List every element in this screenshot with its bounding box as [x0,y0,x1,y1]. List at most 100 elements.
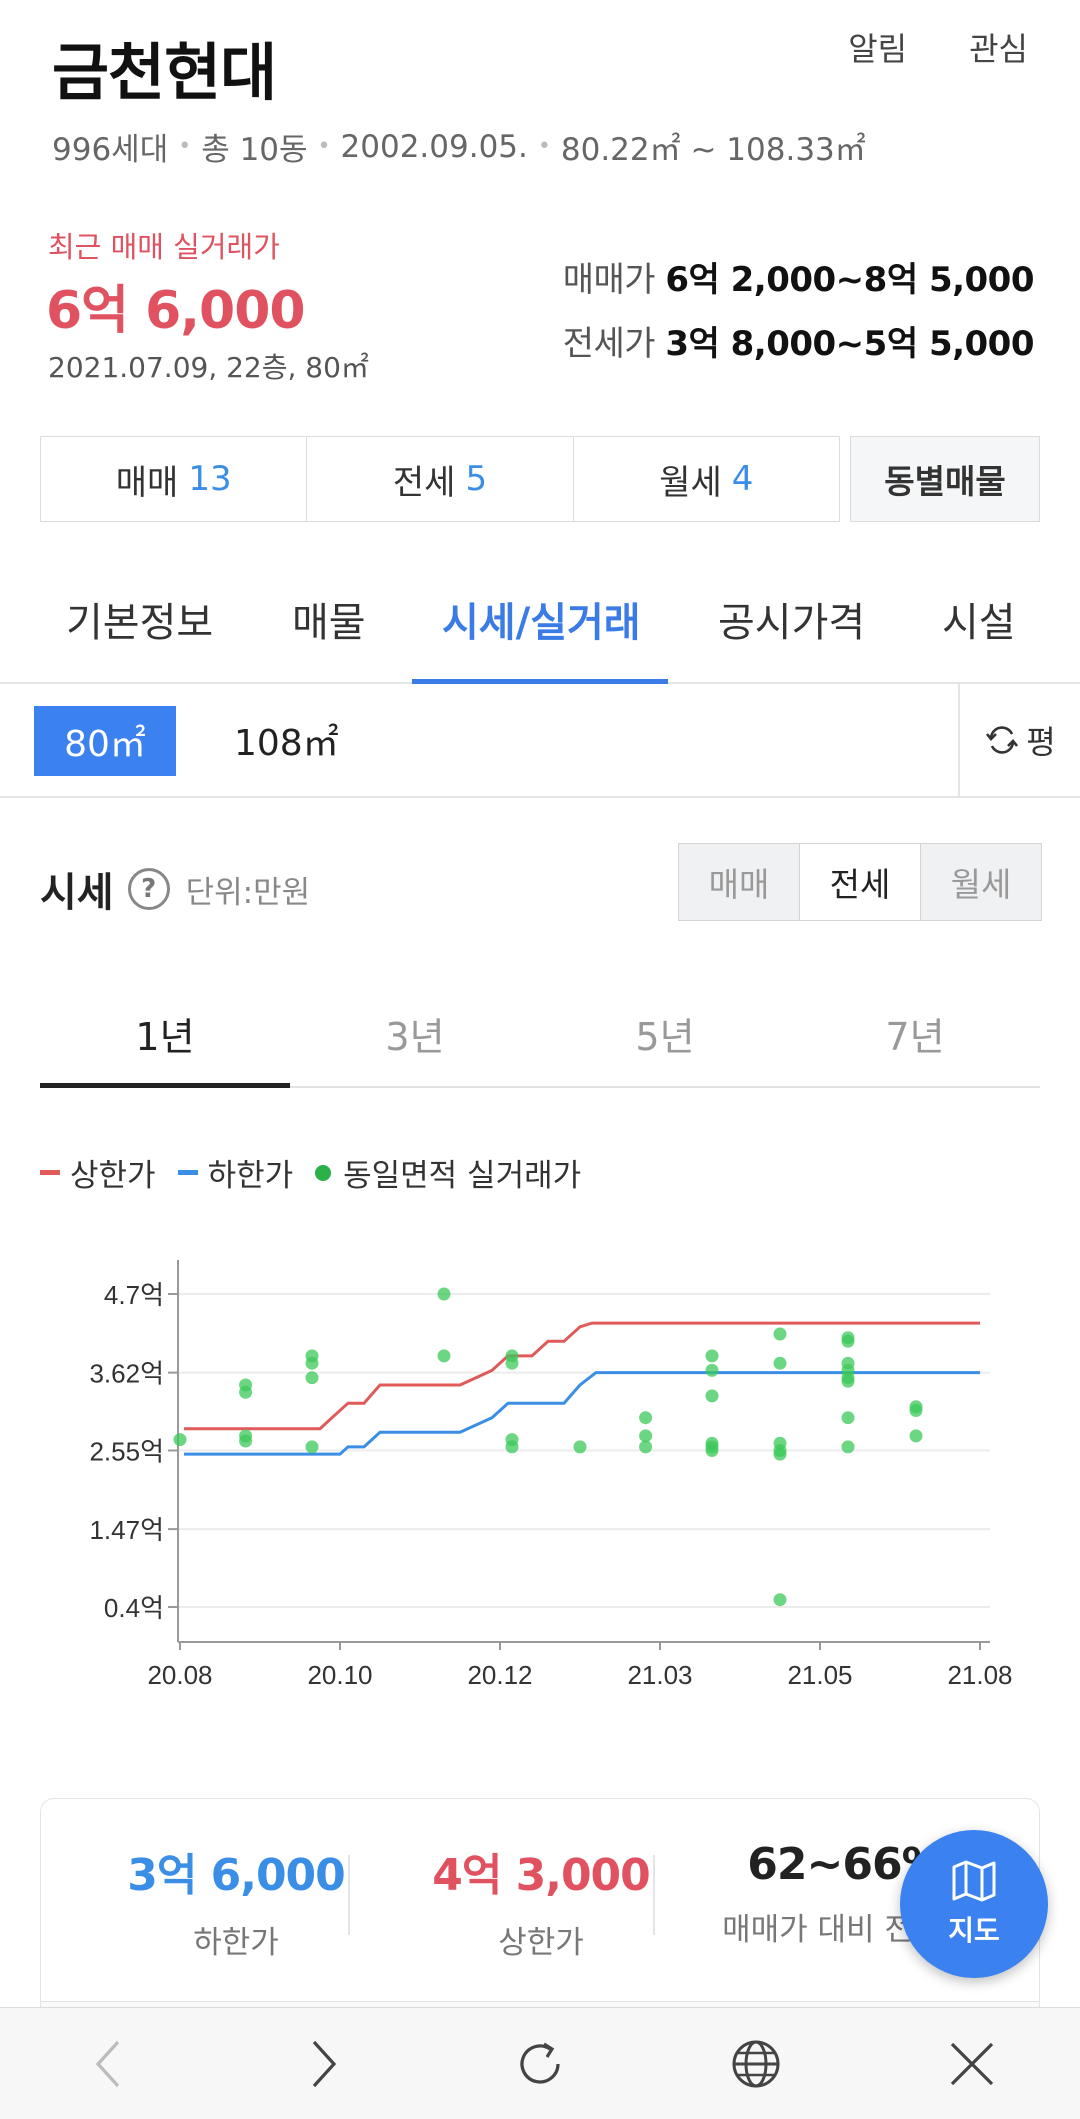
globe-button[interactable] [648,2008,864,2119]
back-button[interactable] [0,2008,216,2119]
refresh-swap-icon [986,726,1019,754]
summary-upper-label: 상한가 [498,1925,584,1961]
summary-divider [653,1855,655,1935]
count-number: 4 [731,459,754,499]
x-tick-label: 20.08 [147,1660,212,1690]
deal-point [773,1327,787,1341]
favorite-link[interactable]: 관심 [969,24,1028,70]
deal-point [639,1440,653,1454]
apartment-title: 금천현대 [52,36,277,109]
y-tick-label: 4.7억 [104,1280,164,1310]
apartment-meta: 996세대 • 총 10동 • 2002.09.05. • 80.22㎡ ~ 1… [52,124,866,169]
count-label: 전세 [392,462,456,503]
map-button[interactable]: 지도 [900,1830,1048,1978]
y-tick-label: 3.62억 [89,1359,164,1389]
recent-deal-price: 6억 6,000 [46,281,306,341]
x-tick-label: 20.10 [307,1660,372,1690]
sale-range-value: 6억 2,000~8억 5,000 [665,260,1034,300]
section-tabs: 기본정보 매물 시세/실거래 공시가격 시설 [0,566,1080,684]
deal-point [773,1593,787,1607]
help-icon[interactable]: ? [127,868,170,910]
deal-point [239,1434,253,1448]
deal-point [305,1356,319,1370]
legend-lower-label: 하한가 [207,1158,294,1194]
type-monthly-button[interactable]: 월세 [921,844,1041,920]
deal-point [909,1404,923,1417]
period-5y[interactable]: 5년 [540,980,790,1086]
monthly-listings-button[interactable]: 월세 4 [572,436,840,522]
jeonse-listings-button[interactable]: 전세 5 [306,436,573,522]
deal-point [841,1374,855,1388]
deal-point [305,1371,319,1385]
deal-point [705,1349,719,1363]
price-section-header: 시세 ? 단위:만원 [40,860,310,918]
deal-point [705,1389,719,1403]
deals-swatch [315,1164,332,1181]
dong-listings-button[interactable]: 동별매물 [849,436,1040,522]
legend-upper: 상한가 [40,1150,156,1195]
top-links: 알림 관심 [848,24,1028,70]
area-selector: 80㎡ 108㎡ 평 [0,684,1080,798]
price-section-title: 시세 [40,870,114,916]
legend-deals: 동일면적 실거래가 [315,1150,581,1195]
sale-listings-button[interactable]: 매매 13 [40,436,307,522]
deal-point [639,1411,653,1425]
price-unit: 단위:만원 [185,874,311,911]
period-3y[interactable]: 3년 [290,980,540,1086]
period-7y[interactable]: 7년 [790,980,1040,1086]
y-tick-label: 0.4억 [104,1593,164,1623]
tab-basic-info[interactable]: 기본정보 [66,590,213,648]
summary-lower: 3억 6,000 하한가 [86,1839,386,1962]
tab-official-price[interactable]: 공시가격 [718,590,865,648]
unit-toggle-button[interactable]: 평 [958,684,1080,796]
legend-lower: 하한가 [177,1150,294,1195]
alarm-link[interactable]: 알림 [848,24,907,70]
deal-point [173,1433,187,1447]
deal-point [841,1440,855,1454]
tab-price-deals[interactable]: 시세/실거래 [442,590,641,648]
area-80-button[interactable]: 80㎡ [34,706,176,776]
chevron-right-icon [312,2040,337,2087]
type-sale-button[interactable]: 매매 [679,844,799,920]
deal-point [437,1287,451,1301]
reload-button[interactable] [432,2008,648,2119]
households: 996세대 [52,132,169,168]
summary-upper-value: 4억 3,000 [432,1850,651,1901]
forward-button[interactable] [216,2008,432,2119]
separator-dot: • [317,134,331,159]
deal-point [705,1444,719,1457]
period-tabs: 1년 3년 5년 7년 [40,980,1040,1088]
close-icon [950,2042,994,2085]
tab-facilities[interactable]: 시설 [942,590,1016,648]
deal-point [505,1356,519,1370]
separator-dot: • [178,134,192,159]
close-button[interactable] [864,2008,1080,2119]
tab-listings[interactable]: 매물 [292,590,366,648]
apartment-header: 금천현대 알림 관심 996세대 • 총 10동 • 2002.09.05. •… [0,0,1080,410]
y-tick-label: 2.55억 [89,1437,164,1467]
count-number: 13 [188,459,232,499]
x-tick-label: 21.05 [787,1660,852,1690]
count-label: 매매 [115,462,179,503]
area-range: 80.22㎡ ~ 108.33㎡ [560,132,866,168]
period-1y[interactable]: 1년 [40,980,290,1088]
x-tick-label: 20.12 [467,1660,532,1690]
browser-bottom-nav [0,2007,1080,2119]
jeonse-price-range: 전세가 3억 8,000~5억 5,000 [563,316,1035,365]
recent-deal-detail: 2021.07.09, 22층, 80㎡ [48,351,369,384]
listing-counts: 매매 13 전세 5 월세 4 동별매물 [40,436,1040,522]
area-108-button[interactable]: 108㎡ [234,714,339,766]
summary-lower-value: 3억 6,000 [127,1850,346,1901]
legend-deals-label: 동일면적 실거래가 [343,1158,582,1194]
sale-range-label: 매매가 [562,260,656,300]
deal-point [841,1334,855,1348]
type-jeonse-button[interactable]: 전세 [799,844,921,920]
deal-point [505,1440,519,1454]
x-tick-label: 21.08 [947,1660,1012,1690]
separator-dot: • [537,134,551,159]
count-number: 5 [465,459,488,499]
map-button-label: 지도 [948,1914,1000,1947]
sale-price-range: 매매가 6억 2,000~8억 5,000 [562,252,1035,301]
globe-icon [732,2040,780,2087]
chevron-left-icon [95,2040,120,2087]
